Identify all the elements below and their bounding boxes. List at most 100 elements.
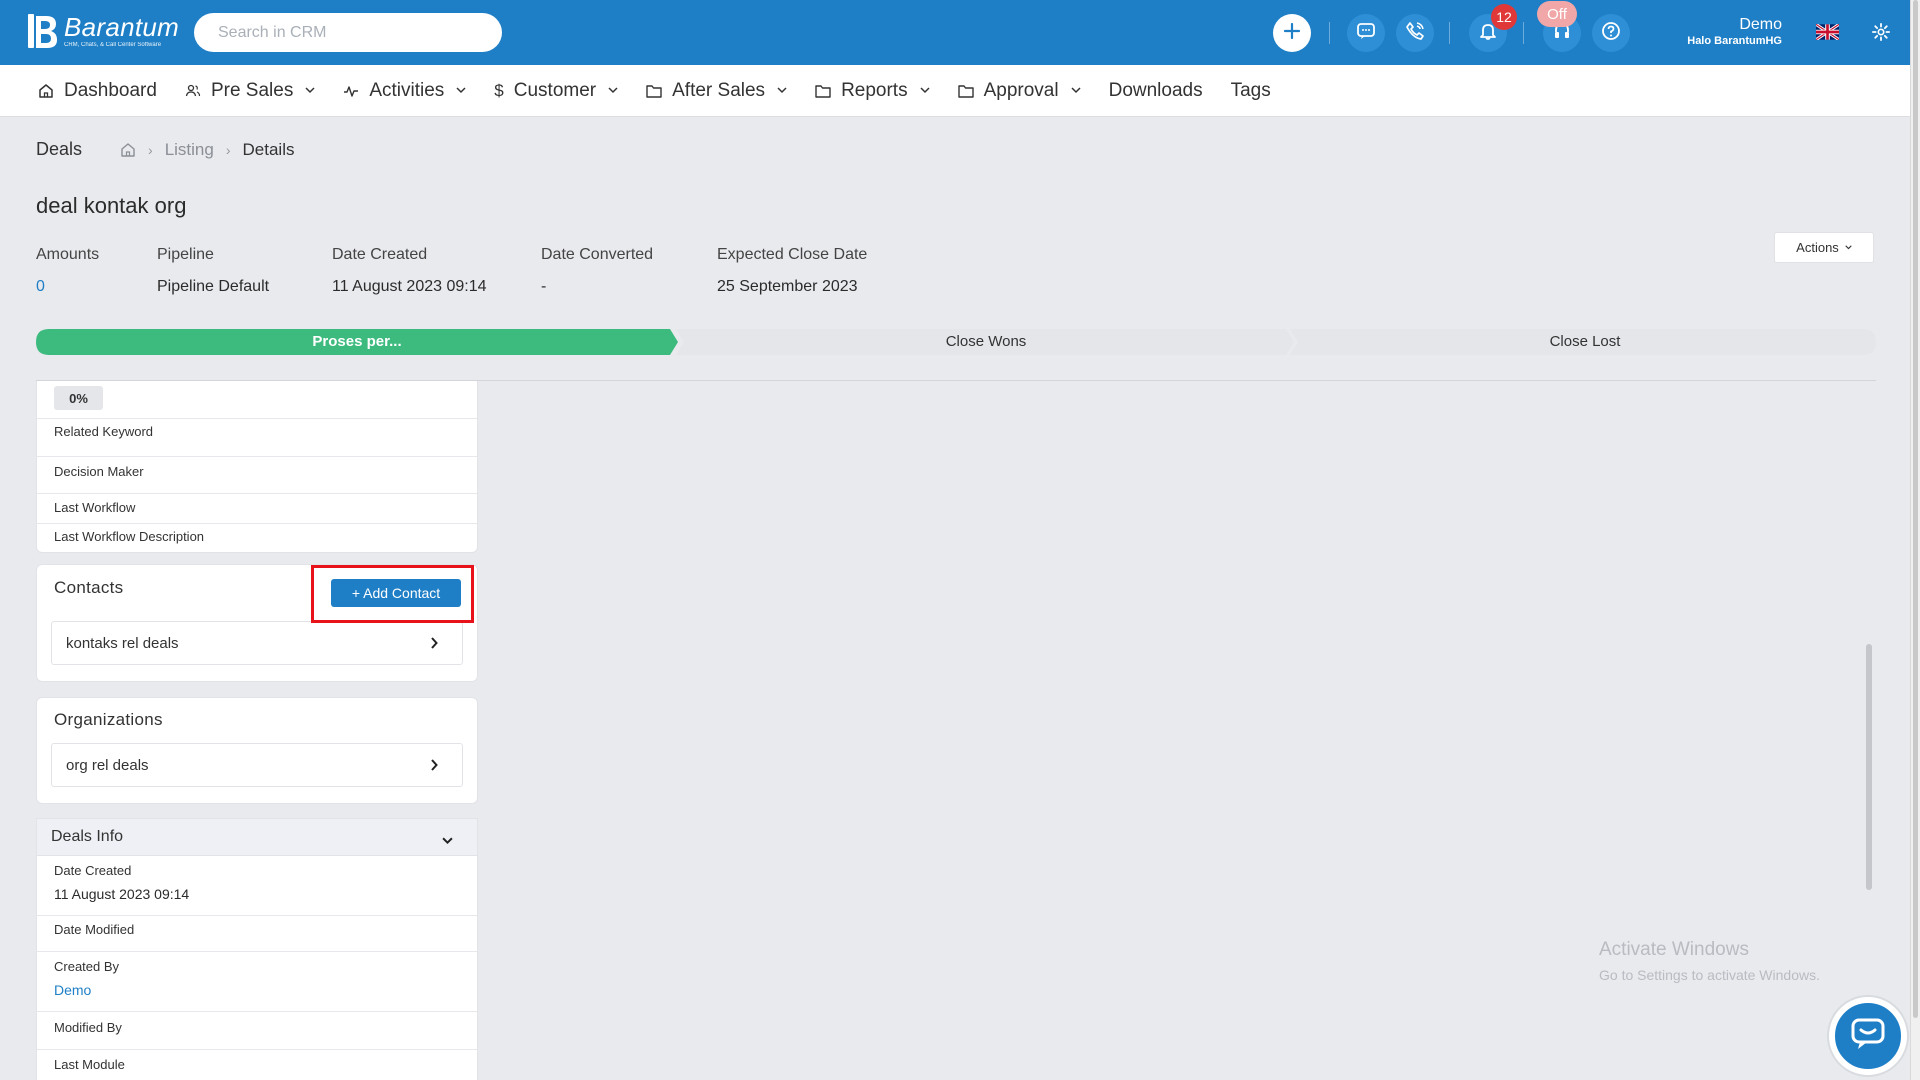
live-chat-button[interactable] bbox=[1829, 997, 1907, 1075]
notification-count-badge: 12 bbox=[1491, 4, 1517, 30]
nav-label: Tags bbox=[1230, 79, 1271, 101]
field-label: Related Keyword bbox=[54, 424, 153, 439]
info-label: Modified By bbox=[54, 1020, 122, 1035]
contact-item[interactable]: kontaks rel deals bbox=[51, 621, 463, 665]
folder-icon bbox=[815, 84, 831, 98]
info-label: Date Created bbox=[54, 863, 132, 878]
nav-label: Approval bbox=[983, 79, 1059, 101]
agent-status-button[interactable]: Off bbox=[1537, 1, 1581, 52]
breadcrumb-separator-icon: › bbox=[148, 141, 153, 158]
settings-gear-icon[interactable] bbox=[1872, 23, 1890, 46]
folder-icon bbox=[957, 84, 974, 98]
chevron-down-icon bbox=[920, 87, 930, 94]
field-row: Last Workflow Description bbox=[37, 524, 477, 552]
nav-dashboard[interactable]: Dashboard bbox=[38, 80, 157, 102]
field-row: Related Keyword bbox=[37, 419, 477, 457]
nav-label: Customer bbox=[513, 79, 597, 101]
nav-approval[interactable]: Approval bbox=[957, 79, 1081, 102]
help-button[interactable] bbox=[1592, 14, 1630, 52]
windows-activation-watermark: Activate Windows Go to Settings to activ… bbox=[1599, 939, 1820, 983]
organizations-title: Organizations bbox=[54, 710, 163, 729]
meta-label: Date Converted bbox=[541, 246, 654, 263]
user-name: Demo bbox=[1739, 16, 1782, 33]
contact-name: kontaks rel deals bbox=[66, 634, 179, 652]
nav-label: Reports bbox=[841, 79, 908, 101]
deals-info-title: Deals Info bbox=[51, 828, 124, 845]
nav-activities[interactable]: Activities bbox=[343, 80, 466, 102]
plus-icon bbox=[1283, 22, 1301, 45]
nav-customer[interactable]: $ Customer bbox=[494, 80, 618, 102]
info-label: Created By bbox=[54, 959, 120, 974]
chevron-down-icon bbox=[608, 87, 618, 94]
nav-label: Downloads bbox=[1108, 79, 1203, 101]
meta-expected-close: Expected Close Date 25 September 2023 bbox=[717, 246, 867, 296]
main-nav: Dashboard Pre Sales Activities $ Custome… bbox=[0, 65, 1910, 117]
pipeline-stage[interactable]: Close Wons bbox=[678, 333, 1294, 350]
watermark-line1: Activate Windows bbox=[1599, 939, 1749, 960]
field-label: Last Workflow bbox=[54, 500, 136, 515]
chat-bubble-icon bbox=[1356, 21, 1376, 46]
nav-label: Dashboard bbox=[64, 79, 157, 101]
nav-after-sales[interactable]: After Sales bbox=[646, 80, 787, 102]
top-bar: Barantum CRM, Chats, & Call Center Softw… bbox=[0, 0, 1910, 65]
user-menu[interactable]: Demo Halo BarantumHG bbox=[1660, 16, 1782, 49]
info-row: Date Modified bbox=[37, 916, 477, 952]
dollar-icon: $ bbox=[494, 80, 504, 100]
watermark-line2: Go to Settings to activate Windows. bbox=[1599, 967, 1820, 983]
info-row: Created By Demo bbox=[37, 952, 477, 1012]
field-row: Decision Maker bbox=[37, 457, 477, 494]
nav-reports[interactable]: Reports bbox=[815, 80, 930, 102]
page-title: deal kontak org bbox=[36, 193, 187, 218]
toolbar-divider bbox=[1329, 22, 1330, 44]
content-scrollbar[interactable] bbox=[1866, 644, 1872, 890]
field-row: Last Workflow bbox=[37, 494, 477, 524]
pipeline-stage-active[interactable]: Proses per... bbox=[36, 333, 678, 350]
notifications-button[interactable]: 12 bbox=[1469, 4, 1517, 52]
created-by-link[interactable]: Demo bbox=[54, 982, 477, 998]
meta-amounts: Amounts 0 bbox=[36, 246, 99, 296]
uk-flag-icon[interactable] bbox=[1815, 23, 1840, 41]
meta-value: 11 August 2023 09:14 bbox=[332, 278, 487, 295]
home-icon bbox=[38, 83, 54, 99]
actions-dropdown-button[interactable]: Actions bbox=[1774, 232, 1874, 263]
chevron-down-icon bbox=[1071, 87, 1081, 94]
window-scrollbar-thumb[interactable] bbox=[1913, 0, 1918, 1018]
chat-button[interactable] bbox=[1347, 14, 1385, 52]
toolbar-divider bbox=[1449, 22, 1450, 44]
chevron-down-icon bbox=[305, 87, 315, 94]
nav-tags[interactable]: Tags bbox=[1231, 80, 1271, 102]
call-button[interactable] bbox=[1396, 14, 1434, 52]
status-off-badge: Off bbox=[1537, 1, 1577, 27]
organization-name: org rel deals bbox=[66, 756, 149, 774]
nav-downloads[interactable]: Downloads bbox=[1109, 80, 1203, 102]
nav-pre-sales[interactable]: Pre Sales bbox=[185, 80, 315, 102]
breadcrumb-home-icon[interactable] bbox=[120, 142, 136, 158]
info-row: Date Created 11 August 2023 09:14 bbox=[37, 856, 477, 916]
meta-value: Pipeline Default bbox=[157, 278, 270, 295]
chevron-down-icon bbox=[442, 832, 453, 850]
organization-item[interactable]: org rel deals bbox=[51, 743, 463, 787]
actions-label: Actions bbox=[1796, 240, 1839, 255]
logo[interactable]: Barantum CRM, Chats, & Call Center Softw… bbox=[26, 12, 179, 50]
meta-label: Amounts bbox=[36, 246, 100, 263]
chevron-down-icon bbox=[1845, 245, 1852, 250]
breadcrumb-listing-link[interactable]: Listing bbox=[165, 140, 214, 160]
quick-add-button[interactable] bbox=[1273, 14, 1311, 52]
deals-info-header[interactable]: Deals Info bbox=[36, 818, 478, 856]
add-contact-highlight bbox=[311, 565, 474, 623]
info-row: Last Module bbox=[37, 1050, 477, 1080]
info-label: Date Modified bbox=[54, 922, 135, 937]
meta-value: 25 September 2023 bbox=[717, 278, 858, 295]
pipeline-stage[interactable]: Close Lost bbox=[1294, 333, 1876, 350]
deal-details-card: 0% Related Keyword Decision Maker Last W… bbox=[36, 381, 478, 553]
contacts-title: Contacts bbox=[54, 578, 124, 597]
help-icon bbox=[1601, 21, 1621, 46]
meta-date-converted: Date Converted - bbox=[541, 246, 653, 296]
search-input[interactable] bbox=[194, 13, 502, 52]
breadcrumb-separator-icon: › bbox=[225, 141, 231, 158]
meta-value: - bbox=[541, 278, 547, 295]
meta-value[interactable]: 0 bbox=[36, 278, 99, 296]
field-label: Last Workflow Description bbox=[54, 529, 205, 544]
section-title: Deals bbox=[36, 139, 83, 159]
info-value: 11 August 2023 09:14 bbox=[54, 886, 190, 902]
